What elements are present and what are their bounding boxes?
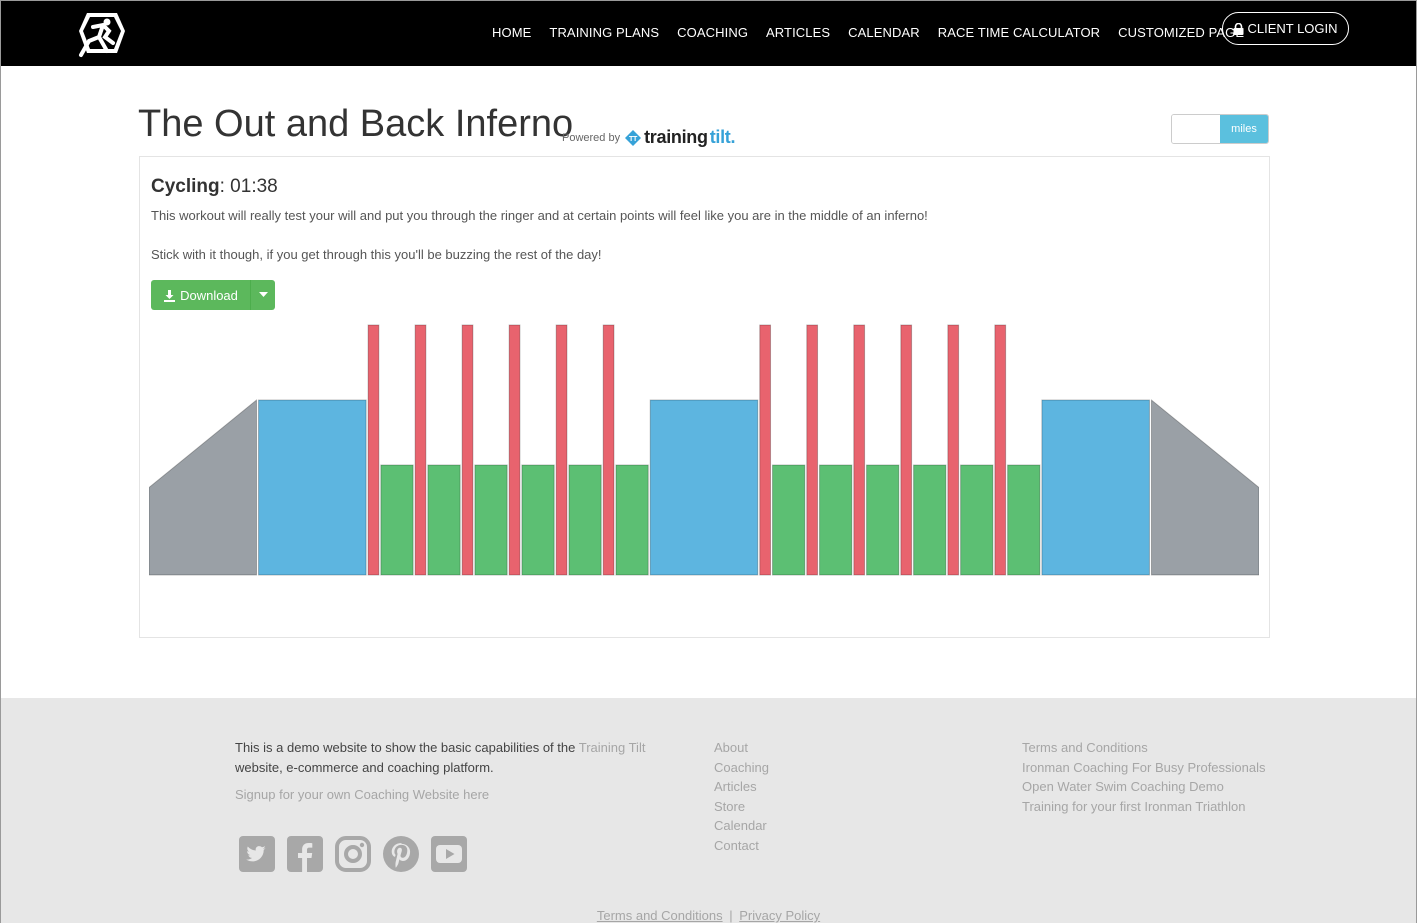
instagram-icon[interactable] [335, 836, 371, 872]
nav-calendar[interactable]: CALENDAR [848, 25, 920, 40]
footer-link-articles[interactable]: Articles [714, 777, 769, 797]
chart-segment-recovery [427, 464, 461, 576]
download-button[interactable]: Download [151, 280, 251, 310]
chart-segment-endurance [649, 399, 759, 576]
trainingtilt-diamond-icon: TT [625, 129, 642, 146]
footer-intro-a: This is a demo website to show the basic… [235, 740, 576, 755]
nav-articles[interactable]: ARTICLES [766, 25, 830, 40]
twitter-icon[interactable] [239, 836, 275, 872]
unit-toggle[interactable]: miles [1171, 114, 1269, 144]
chart-segment-sprint [414, 324, 427, 576]
brand-tilt: tilt. [709, 127, 736, 147]
chart-segment-recovery [380, 464, 414, 576]
footer-link-coaching[interactable]: Coaching [714, 758, 769, 778]
workout-description-2: Stick with it though, if you get through… [151, 247, 602, 262]
footer-link-terms[interactable]: Terms and Conditions [1022, 738, 1266, 758]
chart-segment-sprint [947, 324, 960, 576]
nav-coaching[interactable]: COACHING [677, 25, 748, 40]
top-navbar: HOME TRAINING PLANS COACHING ARTICLES CA… [1, 1, 1416, 66]
chart-segment-recovery [474, 464, 508, 576]
chart-segment-recovery [866, 464, 900, 576]
chart-segment-recovery [819, 464, 853, 576]
main-nav: HOME TRAINING PLANS COACHING ARTICLES CA… [492, 1, 1262, 63]
footer-training-tilt-link[interactable]: Training Tilt [579, 740, 646, 755]
chart-segment-recovery [960, 464, 994, 576]
footer-links-col-1: About Coaching Articles Store Calendar C… [714, 738, 769, 856]
footer: This is a demo website to show the basic… [1, 698, 1416, 923]
footer-bottom-separator: | [729, 908, 733, 923]
pinterest-icon[interactable] [383, 836, 419, 872]
chart-segment-endurance [1041, 399, 1150, 576]
workout-description-1: This workout will really test your will … [151, 208, 928, 223]
chart-segment-warmup [1150, 398, 1259, 576]
footer-intro-b: website, e-commerce and coaching platfor… [235, 760, 494, 775]
chart-segment-sprint [759, 324, 772, 576]
client-login-button[interactable]: CLIENT LOGIN [1222, 12, 1349, 45]
nav-race-time-calculator[interactable]: RACE TIME CALCULATOR [938, 25, 1100, 40]
facebook-icon[interactable] [287, 836, 323, 872]
footer-link-contact[interactable]: Contact [714, 836, 769, 856]
chart-segment-recovery [521, 464, 555, 576]
page-title: The Out and Back Inferno [138, 103, 574, 145]
lock-icon [1233, 22, 1244, 35]
workout-duration: : 01:38 [219, 176, 278, 197]
footer-bottom-privacy[interactable]: Privacy Policy [739, 908, 820, 923]
footer-link-first-ironman[interactable]: Training for your first Ironman Triathlo… [1022, 797, 1266, 817]
footer-link-open-water[interactable]: Open Water Swim Coaching Demo [1022, 777, 1266, 797]
nav-training-plans[interactable]: TRAINING PLANS [549, 25, 659, 40]
chart-segment-sprint [994, 324, 1007, 576]
footer-bottom-links: Terms and Conditions | Privacy Policy [1, 908, 1416, 923]
chart-segment-endurance [258, 399, 367, 576]
chart-segment-recovery [913, 464, 947, 576]
chart-segment-warmup [149, 398, 258, 576]
chart-segment-sprint [555, 324, 568, 576]
chart-segment-sprint [602, 324, 615, 576]
chart-segment-sprint [900, 324, 913, 576]
runner-logo-icon[interactable] [73, 11, 127, 61]
chart-segment-sprint [367, 324, 380, 576]
social-links [239, 836, 467, 872]
footer-bottom-terms[interactable]: Terms and Conditions [597, 908, 723, 923]
chart-segment-sprint [508, 324, 521, 576]
download-icon [164, 289, 176, 302]
trainingtilt-logo[interactable]: TT training tilt. [624, 127, 735, 148]
chart-segment-recovery [772, 464, 806, 576]
footer-signup-link[interactable]: Signup for your own Coaching Website her… [235, 787, 489, 802]
powered-by-label: Powered by [562, 131, 621, 144]
client-login-label: CLIENT LOGIN [1247, 21, 1338, 36]
footer-link-store[interactable]: Store [714, 797, 769, 817]
unit-toggle-off[interactable] [1172, 115, 1220, 143]
unit-toggle-miles[interactable]: miles [1220, 115, 1268, 143]
nav-home[interactable]: HOME [492, 25, 531, 40]
svg-text:TT: TT [629, 136, 638, 143]
footer-intro: This is a demo website to show the basic… [235, 738, 675, 778]
chart-segment-recovery [615, 464, 649, 576]
footer-link-ironman-busy[interactable]: Ironman Coaching For Busy Professionals [1022, 758, 1266, 778]
workout-sport: Cycling [151, 176, 220, 197]
chart-segment-recovery [568, 464, 602, 576]
chart-segment-recovery [1007, 464, 1041, 576]
chart-segment-sprint [853, 324, 866, 576]
powered-by: Powered by TT training tilt. [562, 127, 735, 148]
footer-link-calendar[interactable]: Calendar [714, 816, 769, 836]
chart-segment-sprint [461, 324, 474, 576]
workout-intensity-chart [149, 324, 1259, 576]
download-button-group: Download [151, 280, 275, 310]
caret-down-icon [258, 292, 268, 297]
download-label: Download [180, 287, 238, 303]
footer-link-about[interactable]: About [714, 738, 769, 758]
brand-training: training [644, 127, 708, 147]
download-dropdown-toggle[interactable] [251, 280, 275, 310]
youtube-icon[interactable] [431, 836, 467, 872]
workout-heading: Cycling: 01:38 [151, 176, 278, 198]
chart-segment-sprint [806, 324, 819, 576]
footer-links-col-2: Terms and Conditions Ironman Coaching Fo… [1022, 738, 1266, 816]
